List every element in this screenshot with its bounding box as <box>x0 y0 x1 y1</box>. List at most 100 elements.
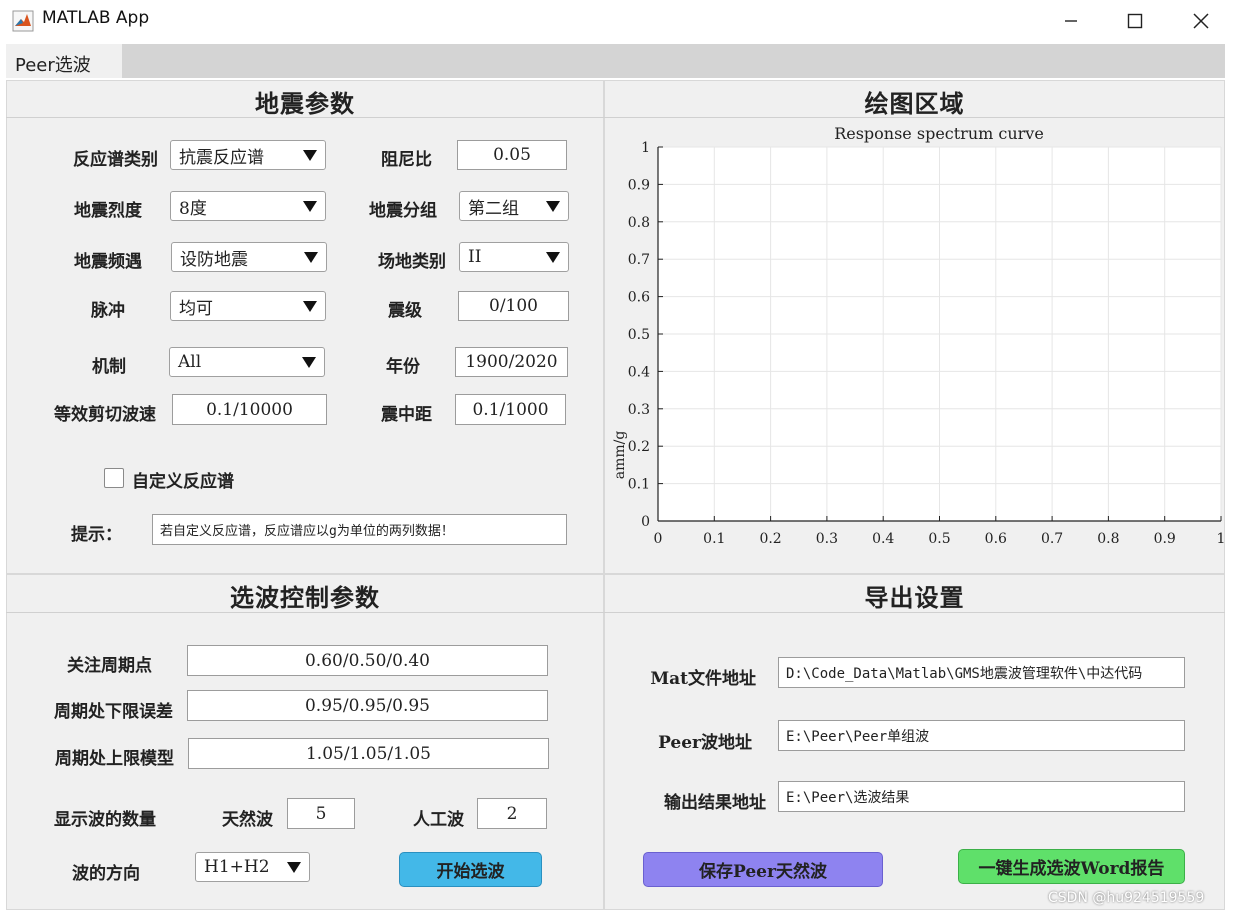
close-button[interactable] <box>1168 0 1234 42</box>
wave-direction-label: 波的方向 <box>72 864 140 884</box>
dropdown-arrow-icon <box>303 201 317 212</box>
save-peer-waves-button[interactable]: 保存Peer天然波 <box>643 852 883 887</box>
spectrum-type-label: 反应谱类别 <box>73 150 158 170</box>
maximize-button[interactable] <box>1102 0 1168 42</box>
x-tick-label: 0.5 <box>928 531 950 547</box>
frequency-value: 设防地震 <box>180 249 248 270</box>
lower-error-input[interactable]: 0.95/0.95/0.95 <box>187 690 548 721</box>
hint-text-field: 若自定义反应谱，反应谱应以g为单位的两列数据！ <box>152 514 567 545</box>
frequency-label: 地震频遇 <box>74 252 142 272</box>
peer-path-label: Peer波地址 <box>658 733 752 753</box>
upper-model-label: 周期处上限模型 <box>55 749 174 769</box>
intensity-value: 8度 <box>179 198 207 219</box>
upper-model-input[interactable]: 1.05/1.05/1.05 <box>188 738 549 769</box>
dropdown-arrow-icon <box>304 252 318 263</box>
artificial-wave-label: 人工波 <box>413 810 464 830</box>
wave-direction-value: H1+H2 <box>204 857 270 877</box>
epicentral-input[interactable]: 0.1/1000 <box>455 394 566 425</box>
spectrum-type-value: 抗震反应谱 <box>179 147 264 168</box>
intensity-dropdown[interactable]: 8度 <box>170 191 326 221</box>
dropdown-arrow-icon <box>303 150 317 161</box>
maximize-icon <box>1127 13 1143 29</box>
y-tick-label: 0 <box>641 514 650 530</box>
output-path-label: 输出结果地址 <box>664 793 766 813</box>
hint-label: 提示： <box>71 525 122 545</box>
menu-bar <box>6 44 1225 78</box>
mat-path-input[interactable]: D:\Code_Data\Matlab\GMS地震波管理软件\中达代码 <box>778 657 1185 688</box>
menu-peer-selection[interactable]: Peer选波 <box>6 44 122 78</box>
y-tick-label: 0.7 <box>628 252 650 268</box>
panel-divider <box>6 117 604 118</box>
x-tick-label: 0.7 <box>1041 531 1063 547</box>
y-tick-label: 0.4 <box>628 364 650 380</box>
pulse-dropdown[interactable]: 均可 <box>170 291 326 321</box>
y-tick-label: 0.9 <box>628 177 650 193</box>
seismic-panel-title: 地震参数 <box>255 89 355 118</box>
mechanism-value: All <box>178 352 202 372</box>
x-tick-label: 1 <box>1217 531 1225 547</box>
year-input[interactable]: 1900/2020 <box>455 347 568 377</box>
site-label: 场地类别 <box>378 252 446 272</box>
frequency-dropdown[interactable]: 设防地震 <box>171 242 327 272</box>
spectrum-type-dropdown[interactable]: 抗震反应谱 <box>170 140 326 170</box>
y-tick-label: 1 <box>641 140 650 156</box>
dropdown-arrow-icon <box>303 301 317 312</box>
export-panel-title: 导出设置 <box>864 583 965 612</box>
x-tick-label: 0.1 <box>703 531 725 547</box>
epicentral-label: 震中距 <box>381 405 432 425</box>
x-tick-label: 0.6 <box>985 531 1007 547</box>
natural-wave-label: 天然波 <box>222 810 273 830</box>
plot-panel-title: 绘图区域 <box>864 89 965 118</box>
magnitude-input[interactable]: 0/100 <box>458 291 569 321</box>
watermark: CSDN @hu924519559 <box>1048 890 1205 906</box>
selection-panel-title: 选波控制参数 <box>230 583 380 612</box>
y-tick-label: 0.8 <box>628 215 650 231</box>
y-tick-label: 0.6 <box>628 290 650 306</box>
x-tick-label: 0.2 <box>759 531 781 547</box>
minimize-icon <box>1065 20 1077 22</box>
y-tick-label: 0.5 <box>628 327 650 343</box>
focus-period-label: 关注周期点 <box>67 656 152 676</box>
site-dropdown[interactable]: II <box>459 242 569 272</box>
chart-y-axis-label: amm/g <box>612 431 628 480</box>
damping-input[interactable]: 0.05 <box>457 140 567 170</box>
magnitude-label: 震级 <box>388 301 422 321</box>
custom-spectrum-checkbox[interactable] <box>104 468 124 488</box>
shear-velocity-input[interactable]: 0.1/10000 <box>172 394 327 425</box>
mat-path-label: Mat文件地址 <box>650 669 756 689</box>
x-tick-label: 0.8 <box>1097 531 1119 547</box>
output-path-input[interactable]: E:\Peer\选波结果 <box>778 781 1185 812</box>
damping-label: 阻尼比 <box>381 150 432 170</box>
chart-title: Response spectrum curve <box>834 124 1044 143</box>
y-tick-label: 0.1 <box>628 477 650 493</box>
generate-word-report-button[interactable]: 一键生成选波Word报告 <box>958 849 1185 884</box>
artificial-wave-input[interactable]: 2 <box>477 798 547 829</box>
focus-period-input[interactable]: 0.60/0.50/0.40 <box>187 645 548 676</box>
shear-velocity-label: 等效剪切波速 <box>54 405 156 425</box>
dropdown-arrow-icon <box>287 862 301 873</box>
dropdown-arrow-icon <box>546 252 560 263</box>
panel-divider <box>604 612 1225 613</box>
start-selection-button[interactable]: 开始选波 <box>399 852 542 887</box>
minimize-button[interactable] <box>1038 0 1104 42</box>
mechanism-dropdown[interactable]: All <box>169 347 325 377</box>
lower-error-label: 周期处下限误差 <box>54 702 173 722</box>
dropdown-arrow-icon <box>302 357 316 368</box>
dropdown-arrow-icon <box>546 201 560 212</box>
response-spectrum-chart: Response spectrum curve amm/g 0 0.1 0.2 0.3… <box>612 124 1225 547</box>
group-dropdown[interactable]: 第二组 <box>459 191 569 221</box>
site-value: II <box>468 247 482 267</box>
group-value: 第二组 <box>468 198 519 219</box>
pulse-value: 均可 <box>179 298 213 319</box>
close-icon <box>1193 13 1209 29</box>
intensity-label: 地震烈度 <box>74 201 142 221</box>
mechanism-label: 机制 <box>92 357 126 377</box>
x-tick-label: 0.3 <box>816 531 838 547</box>
group-label: 地震分组 <box>369 201 437 221</box>
peer-path-input[interactable]: E:\Peer\Peer单组波 <box>778 720 1185 751</box>
x-tick-label: 0 <box>654 531 663 547</box>
natural-wave-input[interactable]: 5 <box>287 798 355 829</box>
year-label: 年份 <box>386 357 420 377</box>
wave-direction-dropdown[interactable]: H1+H2 <box>195 852 310 882</box>
wave-count-label: 显示波的数量 <box>54 810 156 830</box>
